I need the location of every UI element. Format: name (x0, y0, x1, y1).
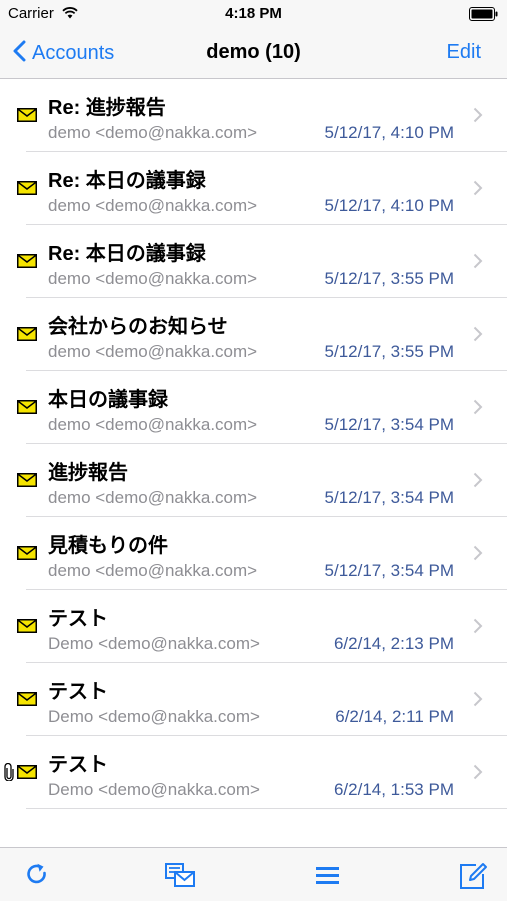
message-subject: 見積もりの件 (48, 535, 168, 557)
chevron-right-icon (473, 399, 483, 415)
row-divider (26, 808, 507, 809)
message-subject: テスト (48, 754, 108, 776)
chevron-right-icon (473, 691, 483, 707)
message-sender: demo <demo@nakka.com> (48, 342, 258, 361)
message-sender: demo <demo@nakka.com> (48, 488, 258, 507)
envelope-icon (17, 400, 37, 414)
chevron-right-icon (473, 618, 483, 634)
message-subject: テスト (48, 608, 108, 630)
refresh-button[interactable] (23, 861, 51, 889)
message-date: 6/2/14, 2:13 PM (333, 634, 454, 653)
message-row[interactable]: Re: 本日の議事録 demo <demo@nakka.com> 5/12/17… (0, 152, 507, 225)
refresh-icon (27, 863, 46, 884)
message-row[interactable]: テスト Demo <demo@nakka.com> 6/2/14, 2:13 P… (0, 590, 507, 663)
envelope-icon (17, 765, 37, 779)
message-sender: demo <demo@nakka.com> (48, 269, 258, 288)
status-time: 4:18 PM (225, 5, 282, 22)
chevron-right-icon (473, 180, 483, 196)
message-date: 5/12/17, 3:54 PM (324, 415, 454, 434)
message-date: 5/12/17, 4:10 PM (324, 196, 454, 215)
message-row[interactable]: Re: 進捗報告 demo <demo@nakka.com> 5/12/17, … (0, 79, 507, 152)
envelope-icon (17, 254, 37, 268)
menu-button[interactable] (314, 861, 342, 889)
compose-button[interactable] (458, 861, 487, 889)
message-sender: Demo <demo@nakka.com> (48, 780, 260, 799)
message-row[interactable]: Re: 本日の議事録 demo <demo@nakka.com> 5/12/17… (0, 225, 507, 298)
message-sender: Demo <demo@nakka.com> (48, 707, 260, 726)
message-row[interactable]: テスト Demo <demo@nakka.com> 6/2/14, 1:53 P… (0, 736, 507, 809)
message-subject: 会社からのお知らせ (48, 316, 228, 338)
bottom-toolbar (0, 847, 507, 901)
paperclip-icon (4, 762, 14, 782)
battery-icon (469, 7, 499, 26)
envelope-icon (17, 108, 37, 122)
envelope-icon (17, 181, 37, 195)
message-date: 5/12/17, 3:55 PM (324, 269, 454, 288)
chevron-right-icon (473, 545, 483, 561)
message-date: 5/12/17, 3:54 PM (324, 488, 454, 507)
message-date: 5/12/17, 3:55 PM (324, 342, 454, 361)
envelope-icon (17, 546, 37, 560)
message-row[interactable]: 見積もりの件 demo <demo@nakka.com> 5/12/17, 3:… (0, 517, 507, 590)
chevron-right-icon (473, 253, 483, 269)
message-sender: demo <demo@nakka.com> (48, 123, 258, 142)
status-bar: Carrier 4:18 PM (0, 0, 507, 28)
message-row[interactable]: 本日の議事録 demo <demo@nakka.com> 5/12/17, 3:… (0, 371, 507, 444)
message-subject: Re: 進捗報告 (48, 97, 166, 119)
message-list: Re: 進捗報告 demo <demo@nakka.com> 5/12/17, … (0, 79, 507, 809)
message-date: 5/12/17, 4:10 PM (324, 123, 454, 142)
compose-icon (460, 863, 487, 889)
edit-button[interactable]: Edit (447, 41, 481, 64)
page-title: demo (10) (206, 41, 301, 63)
envelope-icon (17, 327, 37, 341)
chevron-right-icon (473, 764, 483, 780)
message-row[interactable]: テスト Demo <demo@nakka.com> 6/2/14, 2:11 P… (0, 663, 507, 736)
chevron-right-icon (473, 326, 483, 342)
envelope-icon (17, 692, 37, 706)
message-subject: Re: 本日の議事録 (48, 243, 206, 265)
message-sender: demo <demo@nakka.com> (48, 415, 258, 434)
chevron-right-icon (473, 472, 483, 488)
message-date: 6/2/14, 2:11 PM (335, 707, 454, 726)
message-subject: テスト (48, 681, 108, 703)
mailbox-button[interactable] (164, 861, 195, 889)
message-row[interactable]: 進捗報告 demo <demo@nakka.com> 5/12/17, 3:54… (0, 444, 507, 517)
message-sender: Demo <demo@nakka.com> (48, 634, 260, 653)
message-subject: Re: 本日の議事録 (48, 170, 206, 192)
message-row[interactable]: 会社からのお知らせ demo <demo@nakka.com> 5/12/17,… (0, 298, 507, 371)
envelope-icon (17, 473, 37, 487)
envelope-icon (17, 619, 37, 633)
mailbox-icon (165, 863, 195, 887)
message-sender: demo <demo@nakka.com> (48, 196, 258, 215)
chevron-right-icon (473, 107, 483, 123)
message-date: 6/2/14, 1:53 PM (333, 780, 454, 799)
message-date: 5/12/17, 3:54 PM (324, 561, 454, 580)
message-subject: 本日の議事録 (48, 389, 168, 411)
menu-icon (316, 867, 339, 884)
message-subject: 進捗報告 (48, 462, 128, 484)
navigation-bar: Accounts demo (10) Edit (0, 28, 507, 79)
message-sender: demo <demo@nakka.com> (48, 561, 258, 580)
